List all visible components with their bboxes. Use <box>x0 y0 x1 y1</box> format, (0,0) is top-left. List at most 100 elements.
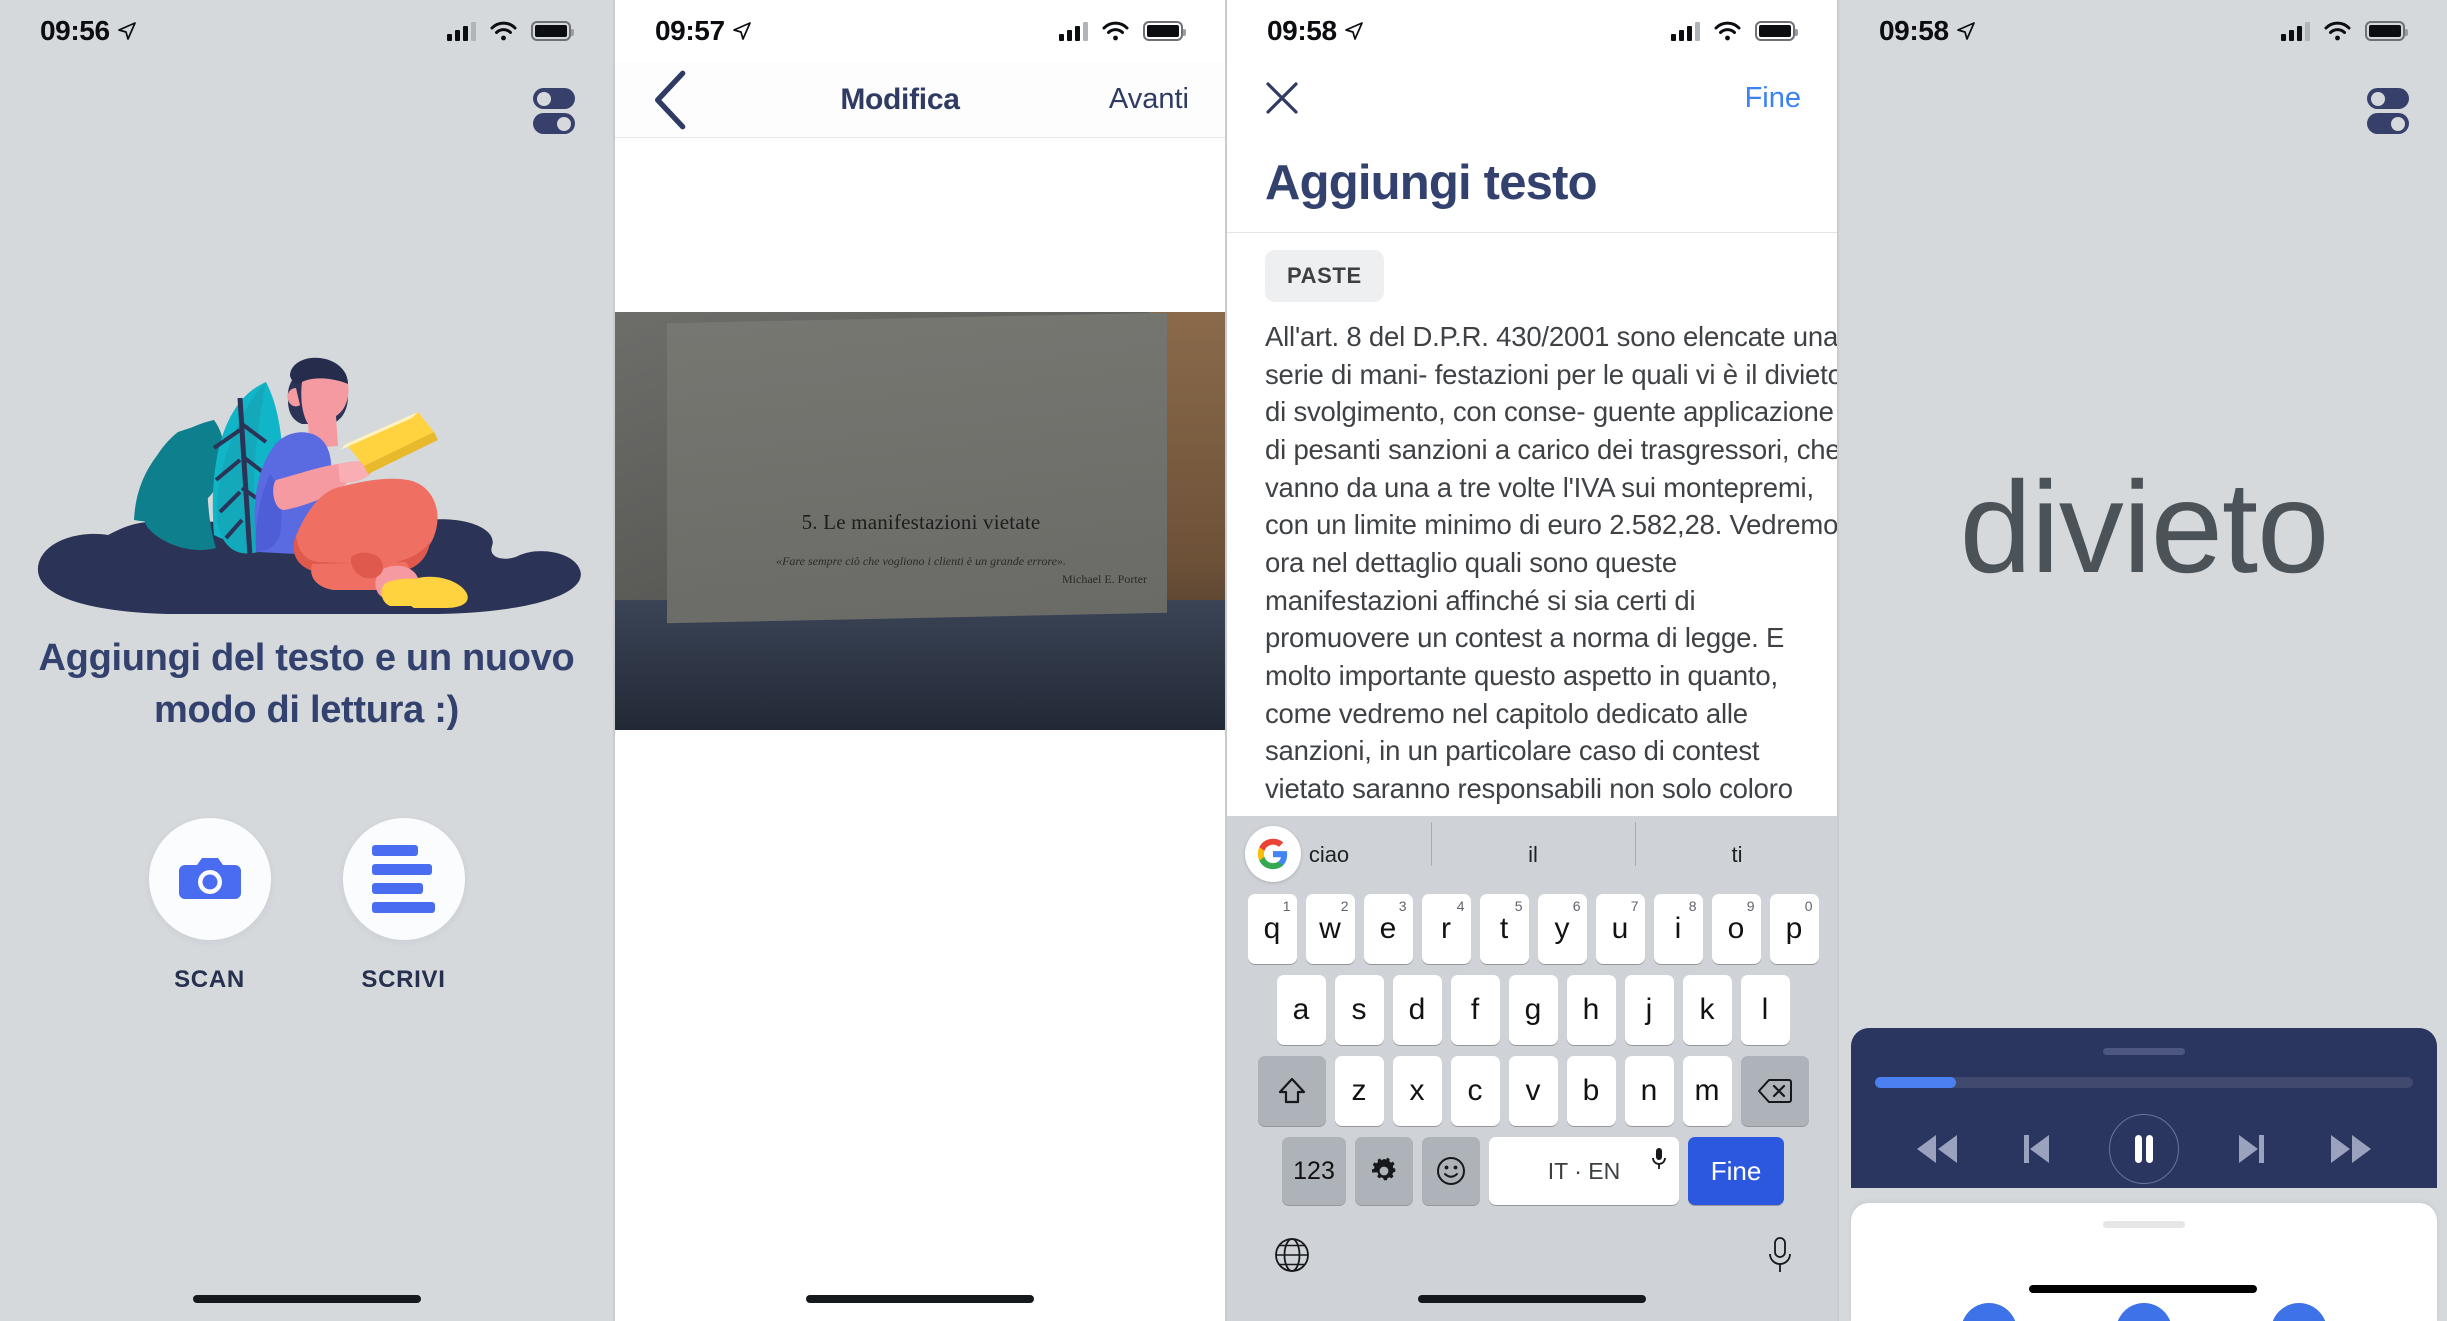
key-y[interactable]: 6y <box>1537 894 1587 964</box>
home-indicator[interactable] <box>2029 1285 2257 1293</box>
sheet-dot[interactable] <box>1960 1303 2017 1321</box>
cellular-signal-icon <box>1059 21 1088 41</box>
scan-button[interactable]: SCAN <box>148 818 271 994</box>
keyboard-row-4: 123 IT · EN Fine <box>1227 1137 1837 1205</box>
key-z[interactable]: z <box>1334 1056 1384 1126</box>
keyboard-settings-key[interactable] <box>1355 1137 1413 1205</box>
battery-icon <box>531 21 574 41</box>
close-x-icon[interactable] <box>1263 79 1301 117</box>
settings-toggles-icon[interactable] <box>529 88 575 134</box>
emoji-smiley-icon <box>1437 1157 1465 1185</box>
player-controls <box>1875 1114 2413 1184</box>
home-indicator[interactable] <box>1418 1295 1646 1303</box>
page-title: Aggiungi testo <box>1265 156 1598 210</box>
home-indicator[interactable] <box>806 1295 1034 1303</box>
key-u[interactable]: 7u <box>1595 894 1645 964</box>
key-r[interactable]: 4r <box>1421 894 1471 964</box>
keyboard-row-2: a s d f g h j k l <box>1227 975 1837 1045</box>
status-bar: 09:57 <box>615 0 1225 62</box>
location-arrow-icon <box>117 22 136 40</box>
bottom-sheet[interactable] <box>1851 1203 2437 1321</box>
nav-title: Modifica <box>840 82 960 116</box>
key-x[interactable]: x <box>1392 1056 1442 1126</box>
sheet-dot[interactable] <box>2115 1303 2172 1321</box>
cellular-signal-icon <box>1671 21 1700 41</box>
enter-key[interactable]: Fine <box>1688 1137 1784 1205</box>
key-m[interactable]: m <box>1682 1056 1732 1126</box>
sheet-action-dots <box>1851 1303 2437 1321</box>
fast-forward-icon[interactable] <box>2325 1129 2377 1169</box>
keyboard-row-1: 1q 2w 3e 4r 5t 6y 7u 8i 9o 0p <box>1227 894 1837 964</box>
panel-add-text: 09:58 Fine Aggiungi testo PASTE All'art.… <box>1225 0 1837 1321</box>
key-s[interactable]: s <box>1334 975 1384 1045</box>
location-arrow-icon <box>732 22 751 40</box>
key-k[interactable]: k <box>1682 975 1732 1045</box>
pause-icon <box>2135 1135 2153 1163</box>
scan-chapter-title: 5. Le manifestazioni vietate <box>801 510 1041 534</box>
drag-handle-icon[interactable] <box>2103 1048 2185 1055</box>
space-key[interactable]: IT · EN <box>1489 1137 1679 1205</box>
key-l[interactable]: l <box>1740 975 1790 1045</box>
next-track-icon[interactable] <box>2235 1129 2269 1169</box>
key-a[interactable]: a <box>1276 975 1326 1045</box>
pause-button[interactable] <box>2109 1114 2179 1184</box>
key-f[interactable]: f <box>1450 975 1500 1045</box>
key-h[interactable]: h <box>1566 975 1616 1045</box>
modal-navigation-bar: Fine <box>1227 62 1837 134</box>
globe-icon[interactable] <box>1273 1236 1311 1274</box>
key-t[interactable]: 5t <box>1479 894 1529 964</box>
numbers-key[interactable]: 123 <box>1282 1137 1346 1205</box>
suggestion-2[interactable]: ti <box>1635 822 1837 868</box>
backspace-icon <box>1757 1079 1792 1103</box>
shift-key[interactable] <box>1257 1056 1326 1126</box>
key-v[interactable]: v <box>1508 1056 1558 1126</box>
clock-time: 09:58 <box>1879 15 1949 46</box>
status-clock: 09:57 <box>655 15 752 47</box>
key-j[interactable]: j <box>1624 975 1674 1045</box>
navigation-bar: Modifica Avanti <box>615 62 1225 138</box>
scrivi-button[interactable]: SCRIVI <box>342 818 465 994</box>
suggestion-1[interactable]: il <box>1431 822 1635 868</box>
rewind-icon[interactable] <box>1911 1129 1963 1169</box>
previous-track-icon[interactable] <box>2019 1129 2053 1169</box>
drag-handle-icon[interactable] <box>2103 1221 2185 1228</box>
keyboard-row-3: z x c v b n m <box>1227 1056 1837 1126</box>
key-o[interactable]: 9o <box>1711 894 1761 964</box>
cellular-signal-icon <box>447 21 476 41</box>
microphone-icon[interactable] <box>1767 1236 1793 1274</box>
key-i[interactable]: 8i <box>1653 894 1703 964</box>
key-w[interactable]: 2w <box>1305 894 1355 964</box>
key-b[interactable]: b <box>1566 1056 1616 1126</box>
home-indicator[interactable] <box>192 1295 421 1303</box>
suggestion-0[interactable]: ciao <box>1227 842 1431 868</box>
status-icons <box>1671 21 1798 41</box>
key-n[interactable]: n <box>1624 1056 1674 1126</box>
audio-player <box>1851 1028 2437 1188</box>
emoji-key[interactable] <box>1422 1137 1480 1205</box>
chevron-left-icon[interactable] <box>651 70 691 130</box>
scan-button-label: SCAN <box>174 966 245 993</box>
paste-button[interactable]: PASTE <box>1265 250 1384 302</box>
keyboard-suggestion-bar: ciao il ti <box>1227 816 1837 894</box>
progress-track[interactable] <box>1875 1077 2413 1088</box>
next-button[interactable]: Avanti <box>1109 83 1189 116</box>
person-reading-book-illustration <box>37 357 581 614</box>
scrivi-button-label: SCRIVI <box>361 966 446 993</box>
current-word: divieto <box>1959 454 2330 600</box>
key-g[interactable]: g <box>1508 975 1558 1045</box>
sheet-dot[interactable] <box>2271 1303 2328 1321</box>
key-d[interactable]: d <box>1392 975 1442 1045</box>
clock-time: 09:57 <box>655 15 725 46</box>
settings-toggles-icon[interactable] <box>2363 88 2409 134</box>
key-c[interactable]: c <box>1450 1056 1500 1126</box>
location-arrow-icon <box>1344 22 1363 40</box>
panel-onboarding: 09:56 Aggiungi del testo e un nuovo modo… <box>0 0 613 1321</box>
backspace-key[interactable] <box>1740 1056 1809 1126</box>
progress-fill <box>1875 1077 1956 1088</box>
key-e[interactable]: 3e <box>1363 894 1413 964</box>
key-q[interactable]: 1q <box>1247 894 1297 964</box>
location-arrow-icon <box>1956 22 1975 40</box>
key-p[interactable]: 0p <box>1769 894 1819 964</box>
done-button[interactable]: Fine <box>1745 82 1801 115</box>
keyboard-bottom-bar <box>1227 1216 1837 1274</box>
